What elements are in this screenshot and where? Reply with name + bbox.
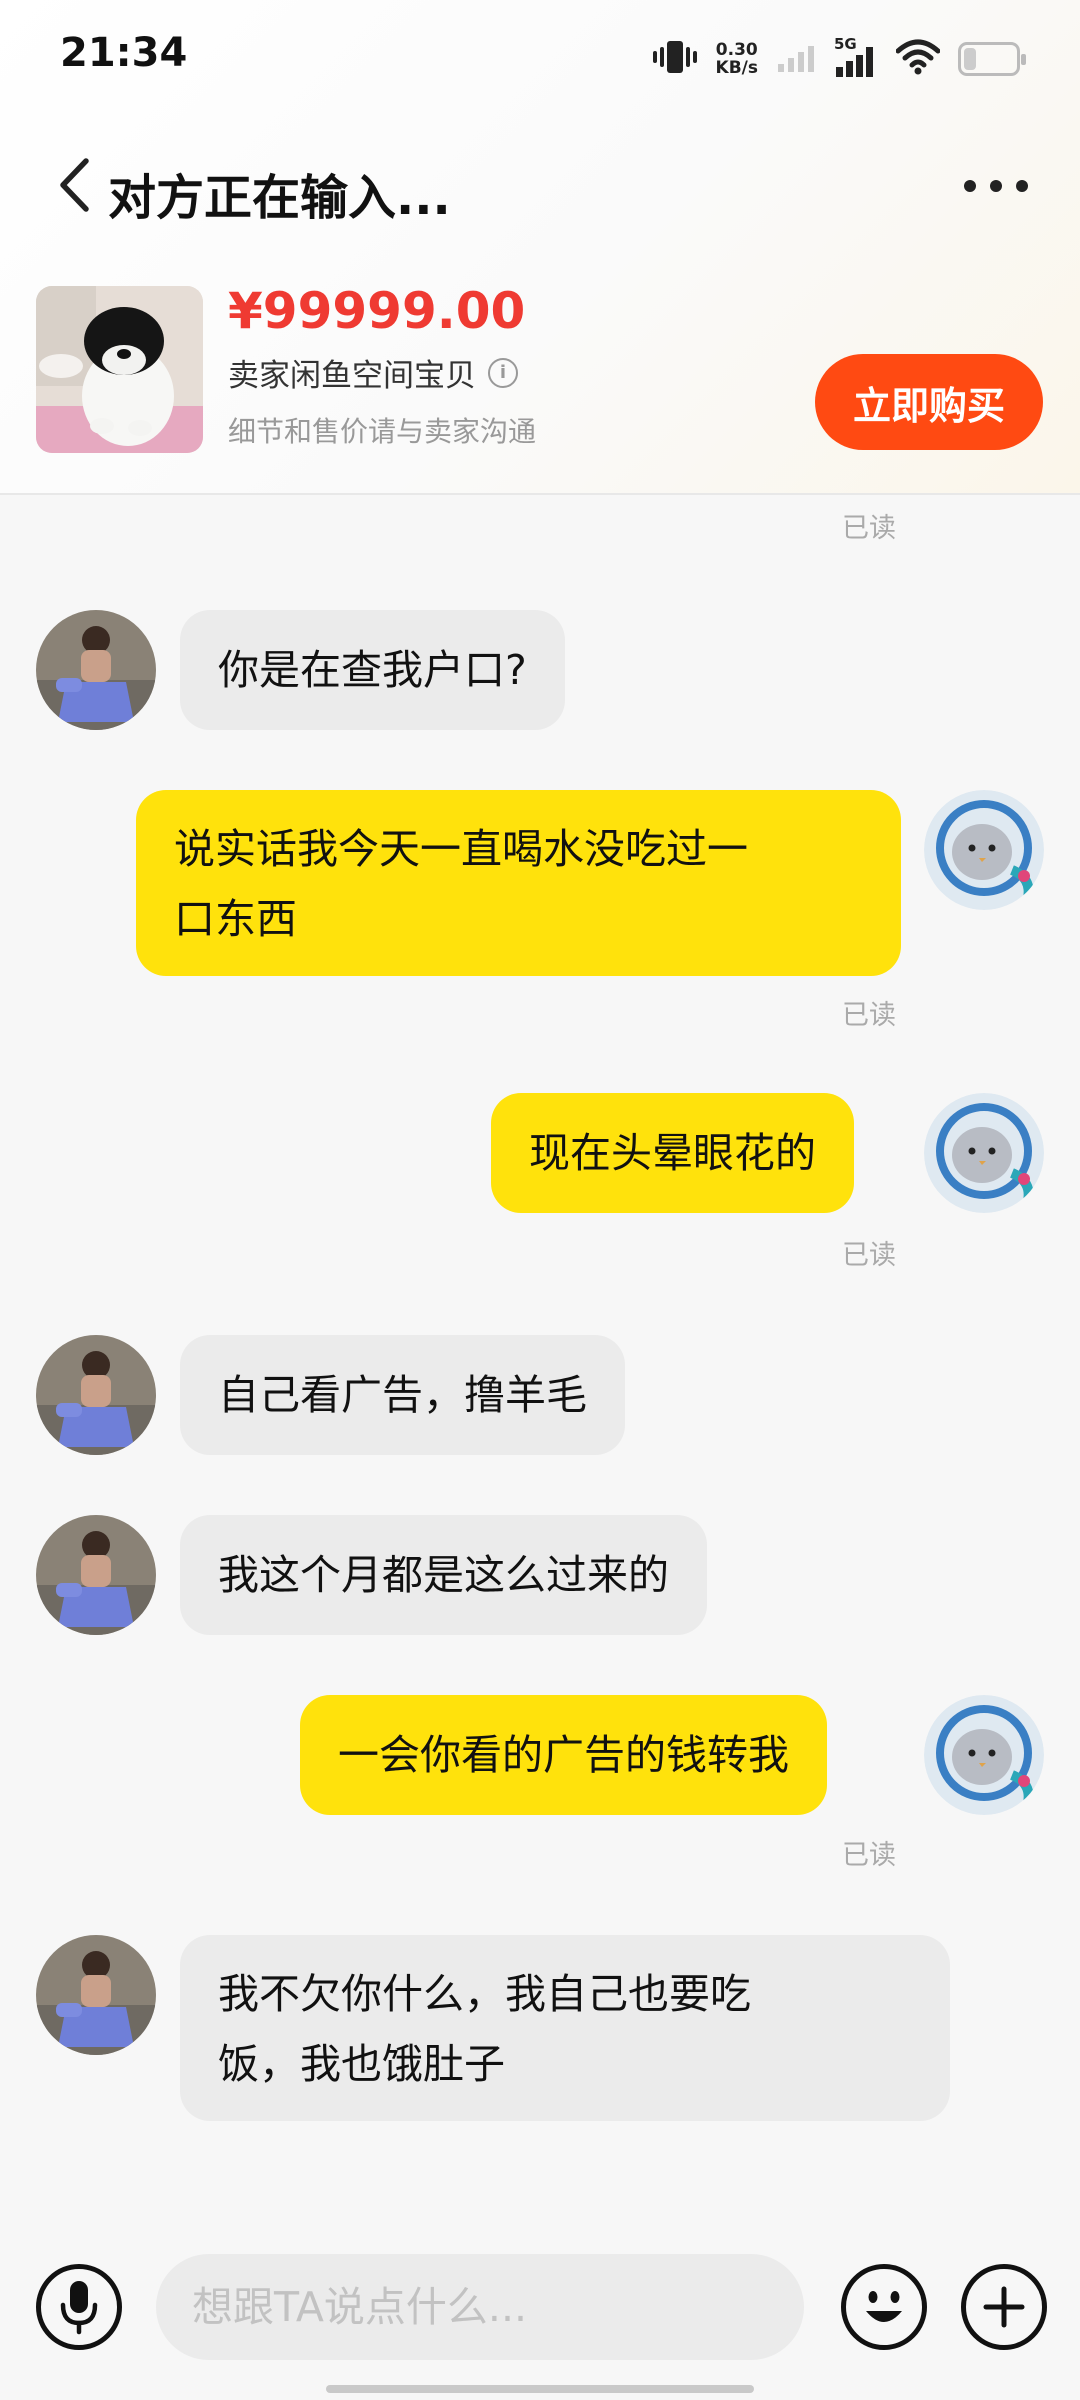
microphone-icon bbox=[60, 2281, 98, 2335]
cat-astronaut-avatar bbox=[924, 1695, 1044, 1815]
message-line: 说实话我今天一直喝水没吃过一 bbox=[174, 825, 748, 873]
plus-icon bbox=[983, 2286, 1025, 2328]
message-bubble[interactable]: 说实话我今天一直喝水没吃过一 口东西 bbox=[136, 790, 901, 976]
self-avatar[interactable] bbox=[924, 1093, 1044, 1213]
seller-line: 卖家闲鱼空间宝贝 i bbox=[228, 350, 518, 395]
more-actions-button[interactable] bbox=[961, 2264, 1047, 2350]
emoji-icon bbox=[866, 2291, 902, 2322]
buy-now-button[interactable]: 立即购买 bbox=[815, 354, 1043, 450]
product-card[interactable]: ¥99999.00 卖家闲鱼空间宝贝 i 细节和售价请与卖家沟通 立即购买 bbox=[0, 282, 1080, 462]
read-receipt: 已读 bbox=[842, 1240, 896, 1271]
avatar-photo bbox=[36, 610, 156, 730]
read-receipt: 已读 bbox=[842, 1840, 896, 1871]
top-area: 21:34 0.30 KB/s 5G 对方正在输入... ¥99999.00 卖… bbox=[0, 0, 1080, 495]
product-image[interactable] bbox=[36, 286, 203, 453]
product-price: ¥99999.00 bbox=[228, 282, 526, 340]
message-bubble[interactable]: 你是在查我户口? bbox=[180, 610, 565, 730]
battery-level bbox=[964, 48, 976, 70]
more-dots-icon bbox=[964, 180, 1028, 192]
message-text: 你是在查我户口? bbox=[218, 646, 527, 694]
avatar-photo bbox=[36, 1935, 156, 2055]
message-bubble[interactable]: 一会你看的广告的钱转我 bbox=[300, 1695, 827, 1815]
status-time: 21:34 bbox=[60, 30, 188, 76]
emoji-button[interactable] bbox=[841, 2264, 927, 2350]
read-receipt: 已读 bbox=[842, 1000, 896, 1031]
message-line: 口东西 bbox=[174, 895, 297, 943]
network-speed-value: 0.30 bbox=[715, 40, 758, 60]
message-bubble[interactable]: 现在头晕眼花的 bbox=[491, 1093, 854, 1213]
avatar-photo bbox=[36, 1335, 156, 1455]
self-avatar[interactable] bbox=[924, 790, 1044, 910]
other-avatar[interactable] bbox=[36, 1335, 156, 1455]
read-receipt: 已读 bbox=[842, 513, 896, 544]
message-line: 我不欠你什么，我自己也要吃 bbox=[218, 1970, 751, 2018]
message-bubble[interactable]: 我不欠你什么，我自己也要吃 饭，我也饿肚子 bbox=[180, 1935, 950, 2121]
network-speed-unit: KB/s bbox=[715, 58, 758, 78]
message-line: 饭，我也饿肚子 bbox=[218, 2040, 505, 2088]
avatar-photo bbox=[36, 1515, 156, 1635]
seller-name: 卖家闲鱼空间宝贝 bbox=[228, 358, 476, 394]
message-bubble[interactable]: 我这个月都是这么过来的 bbox=[180, 1515, 707, 1635]
battery-icon bbox=[958, 42, 1026, 76]
message-input[interactable] bbox=[156, 2254, 804, 2360]
self-avatar[interactable] bbox=[924, 1695, 1044, 1815]
cat-astronaut-avatar bbox=[924, 790, 1044, 910]
voice-button[interactable] bbox=[36, 2264, 122, 2350]
message-text: 自己看广告，撸羊毛 bbox=[218, 1371, 587, 1419]
network-speed: 0.30 KB/s bbox=[716, 41, 758, 77]
other-avatar[interactable] bbox=[36, 610, 156, 730]
chat-header: 对方正在输入... bbox=[0, 130, 1080, 240]
status-icons: 0.30 KB/s 5G bbox=[652, 34, 1026, 84]
back-button[interactable] bbox=[44, 152, 104, 218]
input-bar bbox=[0, 2250, 1080, 2370]
other-avatar[interactable] bbox=[36, 1515, 156, 1635]
more-button[interactable] bbox=[956, 156, 1036, 216]
message-text: 一会你看的广告的钱转我 bbox=[338, 1731, 789, 1779]
page-title: 对方正在输入... bbox=[108, 170, 451, 226]
back-arrow-icon bbox=[60, 158, 89, 212]
vibrate-icon bbox=[652, 37, 698, 81]
home-indicator[interactable] bbox=[326, 2385, 754, 2393]
product-note: 细节和售价请与卖家沟通 bbox=[228, 415, 537, 448]
message-text: 现在头晕眼花的 bbox=[529, 1129, 816, 1177]
puppy-photo bbox=[36, 286, 203, 453]
wifi-icon bbox=[895, 39, 941, 79]
message-bubble[interactable]: 自己看广告，撸羊毛 bbox=[180, 1335, 625, 1455]
info-icon[interactable]: i bbox=[488, 357, 518, 388]
cat-astronaut-avatar bbox=[924, 1093, 1044, 1213]
signal-icon-sim2 bbox=[776, 40, 816, 78]
status-bar: 21:34 0.30 KB/s 5G bbox=[0, 0, 1080, 120]
message-text: 我这个月都是这么过来的 bbox=[218, 1551, 669, 1599]
other-avatar[interactable] bbox=[36, 1935, 156, 2055]
signal-icon: 5G bbox=[834, 35, 878, 79]
